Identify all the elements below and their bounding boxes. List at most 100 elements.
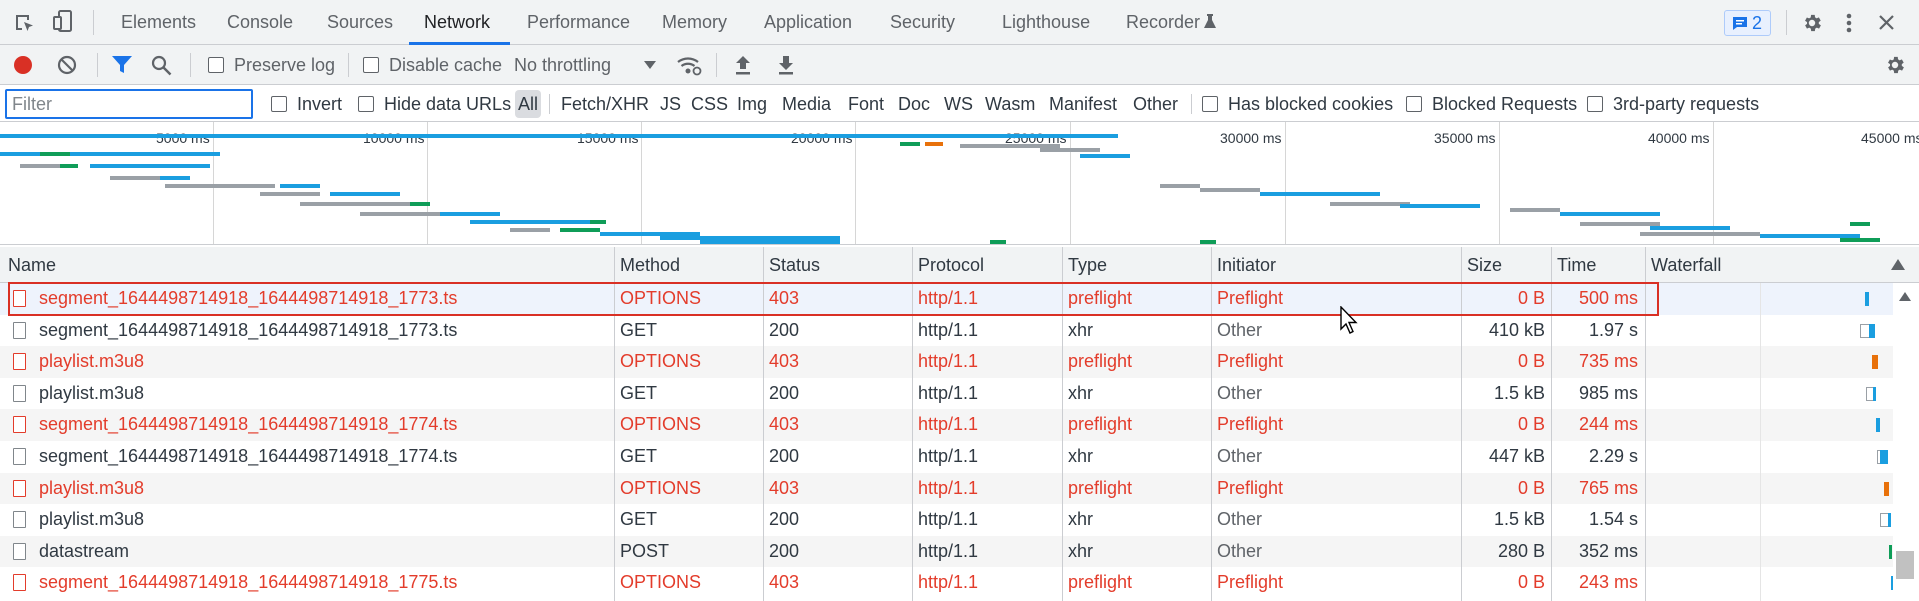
request-row[interactable]: segment_1644498714918_1644498714918_1775… — [0, 567, 1900, 599]
tab-elements[interactable]: Elements — [121, 0, 196, 45]
close-icon[interactable] — [1878, 14, 1895, 31]
preserve-log-checkbox[interactable] — [208, 57, 224, 73]
more-options-icon[interactable] — [1846, 12, 1852, 34]
scrollbar-thumb[interactable] — [1896, 551, 1914, 579]
request-type-cell: preflight — [1068, 288, 1133, 308]
tab-lighthouse[interactable]: Lighthouse — [1002, 0, 1090, 45]
column-divider — [1211, 247, 1212, 601]
request-row[interactable]: segment_1644498714918_1644498714918_1773… — [0, 283, 1900, 315]
request-row[interactable]: datastream POST 200 http/1.1 xhr Other 280 B 35… — [0, 535, 1900, 568]
request-initiator-cell: Preflight — [1217, 477, 1284, 498]
type-filter-media[interactable]: Media — [782, 86, 831, 122]
record-icon[interactable] — [13, 55, 33, 75]
settings-gear-icon[interactable] — [1801, 12, 1823, 34]
file-icon — [13, 542, 26, 560]
request-row[interactable]: playlist.m3u8 OPTIONS 403 http/1.1 preflight… — [0, 472, 1900, 505]
request-row[interactable]: segment_1644498714918_1644498714918_1773… — [0, 315, 1900, 347]
tab-console[interactable]: Console — [227, 0, 293, 45]
tab-memory[interactable]: Memory — [662, 0, 727, 45]
request-method-cell: GET — [620, 319, 658, 340]
column-header-name[interactable]: Name — [8, 247, 56, 283]
column-header-size[interactable]: Size — [1467, 247, 1502, 283]
request-name-cell: segment_1644498714918_1644498714918_1774… — [39, 446, 458, 466]
request-method-cell: OPTIONS — [620, 477, 702, 498]
column-header-waterfall[interactable]: Waterfall — [1651, 247, 1721, 283]
type-filter-css[interactable]: CSS — [691, 86, 728, 122]
file-icon — [13, 479, 26, 497]
type-filter-fetch-xhr[interactable]: Fetch/XHR — [561, 86, 649, 122]
filter-funnel-icon[interactable] — [111, 55, 133, 75]
waterfall-bar — [1869, 323, 1875, 338]
file-icon — [13, 448, 26, 465]
request-status-cell: 403 — [769, 477, 800, 498]
request-row[interactable]: playlist.m3u8 GET 200 http/1.1 xhr Other 1.5 k… — [0, 378, 1900, 410]
tab-network[interactable]: Network — [424, 0, 490, 45]
inspect-element-icon[interactable] — [13, 12, 35, 34]
request-row[interactable]: segment_1644498714918_1644498714918_1774… — [0, 409, 1900, 441]
invert-checkbox[interactable] — [271, 96, 287, 112]
device-toolbar-icon[interactable] — [52, 10, 74, 34]
search-icon[interactable] — [151, 55, 172, 76]
disable-cache-checkbox[interactable] — [363, 57, 379, 73]
type-filter-doc[interactable]: Doc — [898, 86, 930, 122]
clear-icon[interactable] — [57, 55, 77, 75]
request-initiator-cell: Preflight — [1217, 288, 1284, 308]
scroll-up-arrow-icon[interactable] — [1899, 292, 1911, 301]
column-header-type[interactable]: Type — [1068, 247, 1107, 283]
type-filter-manifest[interactable]: Manifest — [1049, 86, 1117, 122]
request-row[interactable]: playlist.m3u8 OPTIONS 403 http/1.1 preflight… — [0, 346, 1900, 378]
request-row[interactable]: segment_1644498714918_1644498714918_1774… — [0, 441, 1900, 473]
tab-recorder[interactable]: Recorder — [1126, 0, 1200, 45]
type-filter-other[interactable]: Other — [1133, 86, 1178, 122]
request-protocol-cell: http/1.1 — [918, 382, 979, 403]
chevron-down-icon[interactable] — [644, 61, 656, 70]
import-har-upload-icon[interactable] — [734, 54, 752, 76]
toolbar-divider — [190, 53, 191, 77]
third-party-requests-checkbox[interactable] — [1587, 96, 1603, 112]
type-filter-all[interactable]: All — [515, 90, 542, 118]
column-header-method[interactable]: Method — [620, 247, 680, 283]
filter-input[interactable] — [5, 89, 253, 119]
request-time-cell: 500 ms — [1578, 288, 1638, 308]
network-settings-gear-icon[interactable] — [1884, 54, 1906, 76]
request-initiator-cell: Other — [1217, 319, 1263, 340]
issues-badge[interactable]: 2 — [1724, 10, 1771, 36]
has-blocked-cookies-checkbox[interactable] — [1202, 96, 1218, 112]
tab-sources[interactable]: Sources — [327, 0, 393, 45]
type-filter-wasm[interactable]: Wasm — [985, 86, 1035, 122]
overview-request-bar — [1580, 222, 1660, 226]
network-overview-timeline[interactable]: 5000 ms 10000 ms 15000 ms 20000 ms 25000… — [0, 122, 1919, 245]
hide-data-urls-label: Hide data URLs — [384, 94, 512, 114]
column-header-initiator[interactable]: Initiator — [1217, 247, 1276, 283]
request-status-cell: 403 — [769, 572, 800, 593]
overview-gridline — [641, 122, 642, 244]
request-table-body: segment_1644498714918_1644498714918_1773… — [0, 283, 1919, 601]
tab-performance[interactable]: Performance — [527, 0, 630, 45]
type-filter-img[interactable]: Img — [737, 86, 767, 122]
column-header-time[interactable]: Time — [1557, 247, 1596, 283]
column-divider — [763, 247, 764, 601]
toolbar-divider — [97, 53, 98, 77]
sort-ascending-icon[interactable] — [1891, 259, 1905, 270]
export-har-download-icon[interactable] — [777, 54, 795, 76]
tab-application[interactable]: Application — [764, 0, 852, 45]
blocked-requests-checkbox[interactable] — [1406, 96, 1422, 112]
request-row[interactable]: playlist.m3u8 GET 200 http/1.1 xhr Other 1.5 k… — [0, 504, 1900, 536]
type-filter-font[interactable]: Font — [848, 86, 884, 122]
throttling-select[interactable]: No throttling — [514, 45, 611, 85]
file-icon — [13, 321, 26, 339]
tab-security[interactable]: Security — [890, 0, 955, 45]
hide-data-urls-checkbox[interactable] — [358, 96, 374, 112]
network-conditions-wifi-icon[interactable] — [676, 54, 702, 76]
request-type-cell: xhr — [1068, 382, 1094, 403]
column-header-status[interactable]: Status — [769, 247, 820, 283]
overview-tick-label: 30000 ms — [1220, 130, 1282, 146]
column-header-protocol[interactable]: Protocol — [918, 247, 984, 283]
type-filter-ws[interactable]: WS — [944, 86, 973, 122]
column-divider — [1645, 247, 1646, 601]
column-divider — [1551, 247, 1552, 601]
type-filter-js[interactable]: JS — [660, 86, 681, 122]
waterfall-bar — [1865, 292, 1869, 306]
overview-request-bar — [1400, 204, 1480, 208]
request-initiator-cell: Preflight — [1217, 351, 1284, 372]
